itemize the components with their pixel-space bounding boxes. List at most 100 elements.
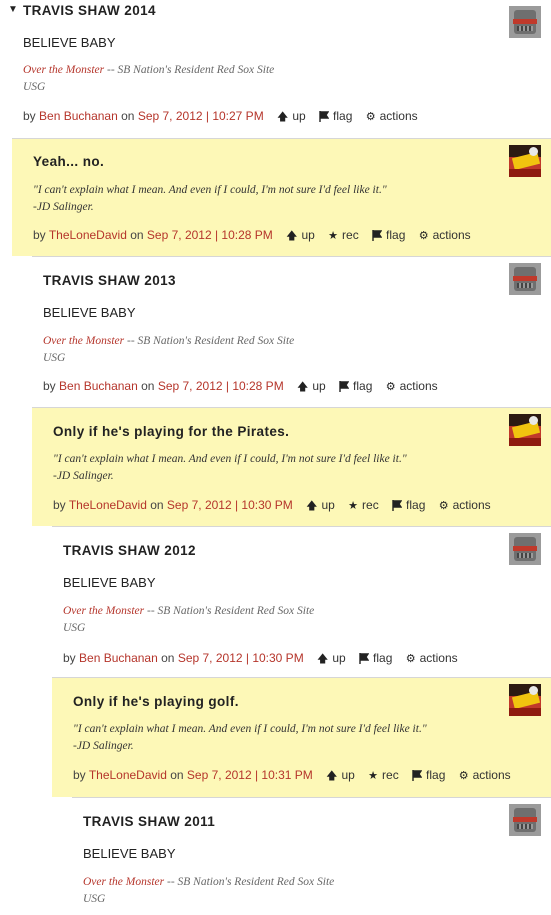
rec-button[interactable]: ★ rec <box>328 228 359 242</box>
comment-title: Only if he's playing for the Pirates. <box>53 424 290 439</box>
flag-icon <box>372 230 383 241</box>
timestamp-link[interactable]: Sep 7, 2012 | 10:31 PM <box>187 768 313 782</box>
up-button[interactable]: 🡅 up <box>297 379 326 393</box>
flag-icon <box>339 381 350 392</box>
comment: TRAVIS SHAW 2012 BELIEVE BABY Over the M… <box>52 526 551 677</box>
timestamp-link[interactable]: Sep 7, 2012 | 10:30 PM <box>178 651 304 665</box>
timestamp-link[interactable]: Sep 7, 2012 | 10:28 PM <box>147 228 273 242</box>
up-button[interactable]: 🡅 up <box>317 651 346 665</box>
author-link[interactable]: Ben Buchanan <box>79 651 158 665</box>
signature-link[interactable]: Over the Monster <box>83 876 164 888</box>
author-link[interactable]: TheLoneDavid <box>89 768 167 782</box>
signature-text: -- SB Nation's Resident Red Sox Site <box>144 605 315 617</box>
comment: Only if he's playing golf. "I can't expl… <box>52 677 551 797</box>
comment: TRAVIS SHAW 2011 BELIEVE BABY Over the M… <box>72 797 551 915</box>
by-label: by <box>43 379 56 393</box>
arrow-up-icon: 🡅 <box>306 500 318 512</box>
rec-button[interactable]: ★ rec <box>368 768 399 782</box>
actions-button[interactable]: ⚙ actions <box>366 109 418 123</box>
flag-button[interactable]: flag <box>392 498 425 512</box>
quote-line: "I can't explain what I mean. And even i… <box>33 184 387 196</box>
comment-body: BELIEVE BABY <box>43 305 136 320</box>
author-link[interactable]: TheLoneDavid <box>69 498 147 512</box>
actions-button[interactable]: ⚙ actions <box>406 651 458 665</box>
up-button[interactable]: 🡅 up <box>306 498 335 512</box>
actions-button[interactable]: ⚙ actions <box>459 768 511 782</box>
star-icon: ★ <box>348 500 359 512</box>
quote-line: "I can't explain what I mean. And even i… <box>73 723 427 735</box>
flag-icon <box>412 770 423 781</box>
up-button[interactable]: 🡅 up <box>326 768 355 782</box>
avatar[interactable] <box>509 804 541 836</box>
signature-text: -- SB Nation's Resident Red Sox Site <box>164 876 335 888</box>
avatar[interactable] <box>509 414 541 446</box>
signature: Over the Monster -- SB Nation's Resident… <box>83 874 334 908</box>
by-label: by <box>63 651 76 665</box>
up-button[interactable]: 🡅 up <box>286 228 315 242</box>
signature-line2: USG <box>83 893 106 905</box>
quote-author: -JD Salinger. <box>53 470 114 482</box>
arrow-up-icon: 🡅 <box>326 770 338 782</box>
timestamp-link[interactable]: Sep 7, 2012 | 10:27 PM <box>138 109 264 123</box>
comment: Only if he's playing for the Pirates. "I… <box>32 407 551 526</box>
comment-body: BELIEVE BABY <box>23 35 116 50</box>
comment-body: BELIEVE BABY <box>63 575 156 590</box>
comment-meta: by TheLoneDavid on Sep 7, 2012 | 10:28 P… <box>33 227 471 246</box>
collapse-caret-icon[interactable]: ▼ <box>8 4 18 15</box>
comment-meta: by Ben Buchanan on Sep 7, 2012 | 10:27 P… <box>23 108 418 127</box>
flag-button[interactable]: flag <box>339 379 372 393</box>
on-label: on <box>170 768 184 782</box>
flag-button[interactable]: flag <box>372 228 405 242</box>
quote: "I can't explain what I mean. And even i… <box>73 721 427 755</box>
gear-icon: ⚙ <box>458 770 469 782</box>
comment-title: TRAVIS SHAW 2013 <box>43 273 176 288</box>
flag-icon <box>319 111 330 122</box>
avatar[interactable] <box>509 145 541 177</box>
avatar[interactable] <box>509 263 541 295</box>
avatar[interactable] <box>509 684 541 716</box>
signature-link[interactable]: Over the Monster <box>23 64 104 76</box>
comment: TRAVIS SHAW 2013 BELIEVE BABY Over the M… <box>32 256 551 407</box>
signature: Over the Monster -- SB Nation's Resident… <box>63 603 314 637</box>
flag-button[interactable]: flag <box>319 109 352 123</box>
flag-icon <box>392 500 403 511</box>
comment: ▼ TRAVIS SHAW 2014 BELIEVE BABY Over the… <box>0 0 551 138</box>
timestamp-link[interactable]: Sep 7, 2012 | 10:30 PM <box>167 498 293 512</box>
signature-line2: USG <box>23 81 46 93</box>
arrow-up-icon: 🡅 <box>317 653 329 665</box>
avatar[interactable] <box>509 533 541 565</box>
comment: Yeah... no. "I can't explain what I mean… <box>12 138 551 256</box>
comment-body: BELIEVE BABY <box>83 846 176 861</box>
quote-author: -JD Salinger. <box>33 201 94 213</box>
star-icon: ★ <box>368 770 379 782</box>
signature-line2: USG <box>43 352 66 364</box>
rec-button[interactable]: ★ rec <box>348 498 379 512</box>
by-label: by <box>33 228 46 242</box>
author-link[interactable]: TheLoneDavid <box>49 228 127 242</box>
actions-button[interactable]: ⚙ actions <box>419 228 471 242</box>
comment-title: Only if he's playing golf. <box>73 694 239 709</box>
signature-link[interactable]: Over the Monster <box>43 335 124 347</box>
timestamp-link[interactable]: Sep 7, 2012 | 10:28 PM <box>158 379 284 393</box>
flag-icon <box>359 653 370 664</box>
comment-title: Yeah... no. <box>33 154 105 169</box>
flag-button[interactable]: flag <box>359 651 392 665</box>
gear-icon: ⚙ <box>418 230 429 242</box>
comment-title: TRAVIS SHAW 2012 <box>63 543 196 558</box>
comment-meta: by TheLoneDavid on Sep 7, 2012 | 10:31 P… <box>73 767 511 786</box>
signature: Over the Monster -- SB Nation's Resident… <box>23 62 274 96</box>
gear-icon: ⚙ <box>365 111 376 123</box>
author-link[interactable]: Ben Buchanan <box>59 379 138 393</box>
signature-link[interactable]: Over the Monster <box>63 605 144 617</box>
by-label: by <box>53 498 66 512</box>
on-label: on <box>161 651 175 665</box>
avatar[interactable] <box>509 6 541 38</box>
arrow-up-icon: 🡅 <box>297 381 309 393</box>
arrow-up-icon: 🡅 <box>277 111 289 123</box>
up-button[interactable]: 🡅 up <box>277 109 306 123</box>
flag-button[interactable]: flag <box>412 768 445 782</box>
actions-button[interactable]: ⚙ actions <box>386 379 438 393</box>
author-link[interactable]: Ben Buchanan <box>39 109 118 123</box>
actions-button[interactable]: ⚙ actions <box>439 498 491 512</box>
signature-text: -- SB Nation's Resident Red Sox Site <box>104 64 275 76</box>
